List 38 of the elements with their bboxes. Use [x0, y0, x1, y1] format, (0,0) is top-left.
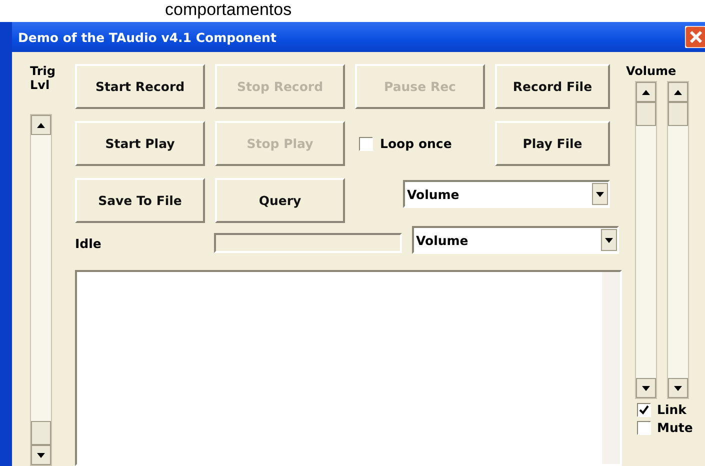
close-icon[interactable]: [685, 26, 705, 48]
checkmark-icon: [639, 404, 649, 414]
scroll-up-button[interactable]: [668, 82, 688, 102]
scroll-down-button[interactable]: [636, 378, 656, 398]
record-file-button[interactable]: Record File: [495, 64, 610, 109]
scrollbar-thumb[interactable]: [668, 102, 688, 126]
caption-text: comportamentos: [164, 0, 293, 21]
dropdown-arrow-icon: [596, 192, 604, 196]
up-arrow-icon: [642, 90, 650, 94]
scroll-up-button[interactable]: [31, 115, 51, 135]
loop-once-checkbox[interactable]: Loop once: [355, 121, 485, 166]
save-to-file-button[interactable]: Save To File: [75, 178, 205, 223]
dropdown-arrow-icon: [605, 238, 613, 242]
volume-label: Volume: [626, 64, 678, 78]
volume-scrollbar[interactable]: [635, 81, 657, 399]
scrollbar-thumb[interactable]: [31, 421, 51, 445]
start-record-button[interactable]: Start Record: [75, 64, 205, 109]
trig-level-scrollbar[interactable]: [30, 114, 52, 466]
play-file-button[interactable]: Play File: [495, 121, 610, 166]
down-arrow-icon: [37, 452, 45, 458]
option-checkbox[interactable]: Link: [626, 402, 693, 417]
scroll-down-button[interactable]: [668, 378, 688, 398]
start-play-button[interactable]: Start Play: [75, 121, 205, 166]
down-arrow-icon: [642, 386, 650, 390]
scrollbar-thumb[interactable]: [636, 102, 656, 126]
volume-dropdown[interactable]: Volume: [412, 226, 619, 254]
query-button[interactable]: Query: [215, 178, 345, 223]
up-arrow-icon: [674, 90, 682, 94]
down-arrow-icon: [674, 386, 682, 390]
volume-dropdown[interactable]: Volume: [403, 180, 610, 208]
scroll-up-button[interactable]: [636, 82, 656, 102]
option-checkbox[interactable]: Mute: [626, 420, 693, 435]
scroll-down-button[interactable]: [31, 445, 51, 465]
up-arrow-icon: [37, 122, 45, 128]
volume-scrollbar[interactable]: [667, 81, 689, 399]
trig-level-label: Trig Lvl: [30, 64, 52, 92]
window-title: Demo of the TAudio v4.1 Component: [18, 30, 276, 44]
status-label: Idle: [75, 235, 102, 251]
